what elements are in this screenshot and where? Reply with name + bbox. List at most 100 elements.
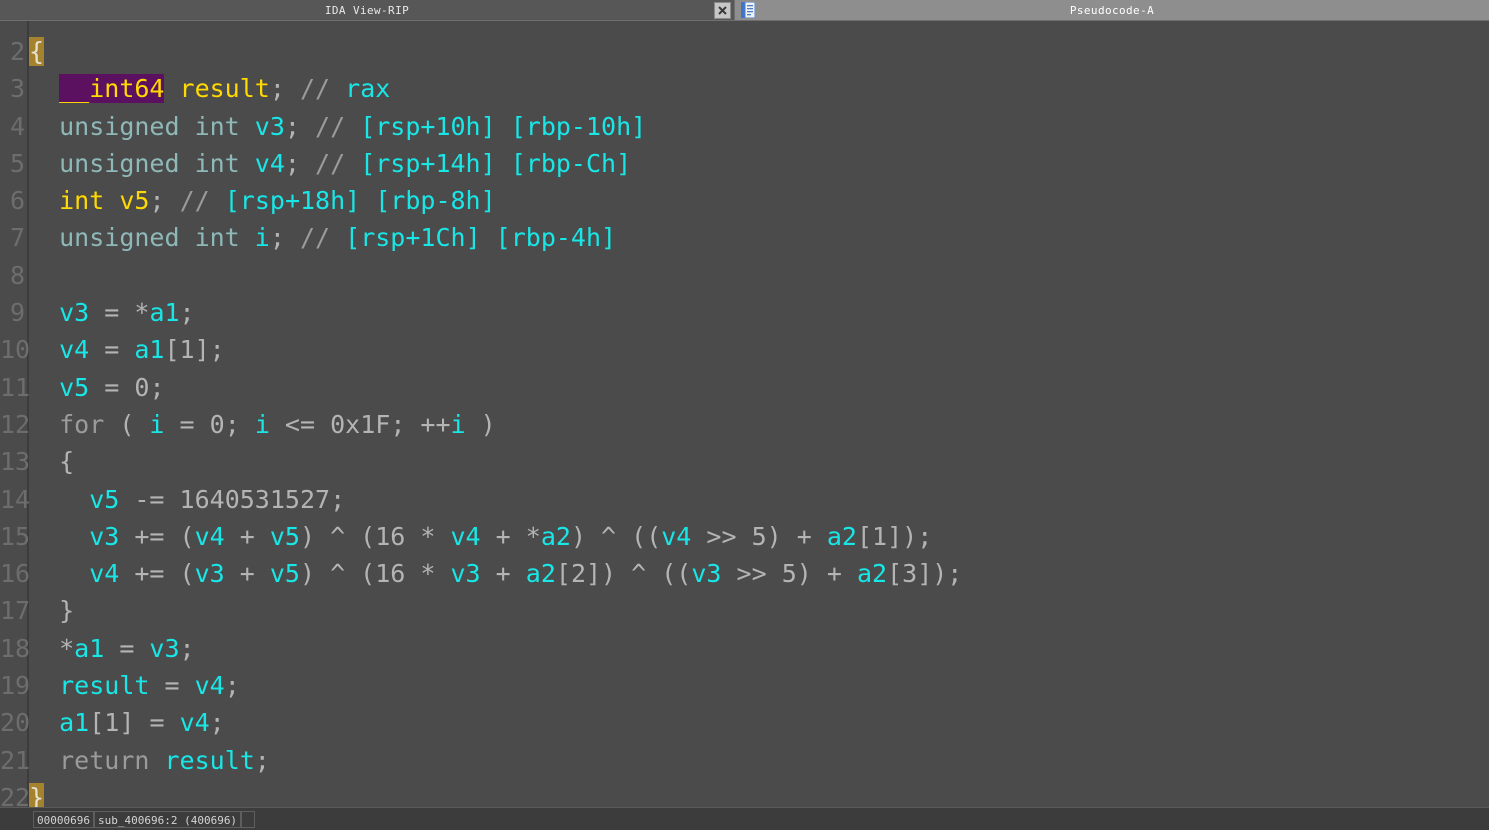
code-token[interactable]: ]) ^ (( [586,559,691,588]
code-token[interactable]: // [315,149,345,178]
code-token[interactable]: a1 [134,335,164,364]
code-token[interactable]: 3 [902,559,917,588]
code-token[interactable] [29,373,59,402]
code-line[interactable]: unsigned int i; // [rsp+1Ch] [rbp-4h] [29,219,1489,256]
code-token[interactable]: ) [466,410,496,439]
code-token[interactable]: } [29,782,45,807]
code-token[interactable]: v3 [195,559,225,588]
code-token[interactable]: ; [180,634,195,663]
code-token[interactable]: v4 [195,522,225,551]
code-token[interactable]: result [59,671,149,700]
code-token[interactable]: ; [149,373,164,402]
code-token[interactable]: v3 [255,112,285,141]
code-token[interactable]: 1640531527 [180,485,331,514]
code-token[interactable] [300,112,315,141]
code-token[interactable]: 16 [375,559,405,588]
code-token[interactable]: -= [119,485,179,514]
code-token[interactable]: ; [225,671,240,700]
code-token[interactable] [300,149,315,178]
code-token[interactable]: unsigned int [59,112,240,141]
code-token[interactable]: ]); [887,522,932,551]
code-token[interactable] [240,223,255,252]
code-token[interactable]: [rsp+1Ch] [rbp-4h] [345,223,616,252]
code-token[interactable] [345,112,360,141]
code-token[interactable]: ( [104,410,149,439]
code-token[interactable]: ; [225,410,255,439]
code-token[interactable]: [rsp+10h] [rbp-10h] [360,112,646,141]
code-token[interactable]: * [29,634,74,663]
code-token[interactable]: ) ^ ( [300,559,375,588]
code-line[interactable]: unsigned int v3; // [rsp+10h] [rbp-10h] [29,108,1489,145]
code-token[interactable]: a1 [149,298,179,327]
code-token[interactable] [330,223,345,252]
code-line[interactable]: } [29,592,1489,629]
code-token[interactable] [29,671,59,700]
code-line[interactable]: result = v4; [29,667,1489,704]
code-line[interactable] [29,257,1489,294]
code-token[interactable]: + [225,559,270,588]
code-token[interactable]: + [481,559,526,588]
code-token[interactable]: = [149,671,194,700]
code-token[interactable]: + [225,522,270,551]
code-token[interactable] [345,149,360,178]
code-token[interactable]: unsigned int [59,149,240,178]
code-token[interactable]: v3 [691,559,721,588]
code-token[interactable]: // [180,186,210,215]
code-token[interactable]: result [164,746,254,775]
code-token[interactable]: 0 [134,373,149,402]
code-token[interactable]: v4 [59,335,89,364]
code-line[interactable]: __int64 result; // rax [29,70,1489,107]
code-line[interactable]: { [29,443,1489,480]
code-token[interactable]: // [315,112,345,141]
code-token[interactable]: a1 [74,634,104,663]
code-line[interactable]: } [29,779,1489,807]
code-token[interactable]: a2 [827,522,857,551]
code-token[interactable]: 5 [782,559,797,588]
code-token[interactable]: v3 [451,559,481,588]
code-token[interactable]: v4 [180,708,210,737]
code-token[interactable] [164,74,179,103]
code-token[interactable] [240,149,255,178]
code-token[interactable]: ]; [195,335,225,364]
code-token[interactable]: 1 [872,522,887,551]
code-token[interactable]: v5 [89,485,119,514]
code-token[interactable]: [ [887,559,902,588]
code-token[interactable]: ; [270,223,285,252]
code-token[interactable]: ; [285,149,300,178]
code-token[interactable]: v5 [270,559,300,588]
code-token[interactable]: 0x1F [330,410,390,439]
code-token[interactable]: ; [270,74,285,103]
code-token[interactable]: { [29,447,74,476]
code-token[interactable] [29,746,59,775]
code-token[interactable] [29,559,89,588]
code-token[interactable]: ]); [917,559,962,588]
code-line[interactable]: v5 = 0; [29,369,1489,406]
code-line[interactable]: for ( i = 0; i <= 0x1F; ++i ) [29,406,1489,443]
code-area[interactable]: { __int64 result; // rax unsigned int v3… [29,21,1489,807]
code-token[interactable]: ) ^ (( [571,522,661,551]
code-token[interactable]: for [59,410,104,439]
code-token[interactable]: } [29,596,74,625]
code-line[interactable]: v4 += (v3 + v5) ^ (16 * v3 + a2[2]) ^ ((… [29,555,1489,592]
code-line[interactable]: return result; [29,742,1489,779]
code-token[interactable] [29,335,59,364]
code-line[interactable]: int v5; // [rsp+18h] [rbp-8h] [29,182,1489,219]
code-token[interactable]: v4 [89,559,119,588]
code-token[interactable] [285,74,300,103]
code-token[interactable]: >> [691,522,751,551]
code-token[interactable]: = [89,335,134,364]
code-token[interactable]: v5 [119,186,149,215]
code-token[interactable] [29,74,59,103]
code-token[interactable] [29,186,59,215]
code-token[interactable]: ; ++ [390,410,450,439]
code-token[interactable]: i [255,410,270,439]
tab-pseudocode-a[interactable]: Pseudocode-A [735,0,1489,20]
code-token[interactable]: v4 [195,671,225,700]
code-token[interactable]: result [180,74,270,103]
code-token[interactable] [330,74,345,103]
code-token[interactable]: ; [255,746,270,775]
code-token[interactable] [165,186,180,215]
code-token[interactable]: >> [721,559,781,588]
code-token[interactable]: ; [330,485,345,514]
code-token[interactable] [29,223,59,252]
